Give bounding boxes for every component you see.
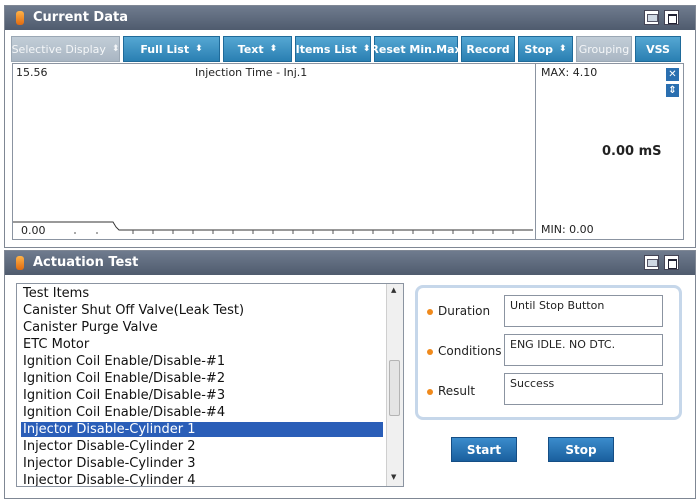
duration-field: Until Stop Button (504, 295, 663, 327)
list-item[interactable]: Injector Disable-Cylinder 2 (23, 439, 196, 454)
selective-display-button[interactable]: Selective Display ⬍ (11, 36, 120, 62)
reset-min-max-button[interactable]: Reset Min.Max (370, 36, 462, 62)
module-icon (16, 256, 24, 270)
stop-button[interactable]: Stop (548, 437, 614, 462)
grouping-button[interactable]: Grouping (576, 36, 632, 62)
panel-title: Current Data (33, 10, 128, 25)
conditions-field: ENG IDLE. NO DTC. (504, 334, 663, 366)
scroll-up-icon[interactable]: ▲ (391, 286, 396, 294)
bullet-icon (427, 388, 433, 395)
list-item[interactable]: ETC Motor (23, 337, 89, 352)
current-value: 0.00 mS (602, 144, 662, 159)
vss-button[interactable]: VSS (635, 36, 681, 62)
list-item[interactable]: Ignition Coil Enable/Disable-#4 (23, 405, 225, 420)
duration-label: Duration (427, 304, 490, 318)
list-item[interactable]: Ignition Coil Enable/Disable-#2 (23, 371, 225, 386)
result-label: Result (427, 384, 475, 398)
bullet-icon (427, 308, 433, 315)
current-data-titlebar: Current Data (5, 6, 695, 30)
stop-dropdown-button[interactable]: Stop ⬍ (518, 36, 573, 62)
bullet-icon (427, 348, 433, 355)
value-pane: MAX: 4.10 0.00 mS MIN: 0.00 (536, 63, 684, 240)
scroll-thumb[interactable] (389, 360, 400, 416)
conditions-label: Conditions (427, 344, 502, 358)
text-button[interactable]: Text ⬍ (223, 36, 292, 62)
list-item[interactable]: Canister Purge Valve (23, 320, 158, 335)
list-item[interactable]: Injector Disable-Cylinder 3 (23, 456, 196, 471)
test-info-box: Duration Until Stop Button Conditions EN… (415, 285, 682, 420)
items-list-button[interactable]: Items List ⬍ (295, 36, 371, 62)
graph-area: 15.56 Injection Time - Inj.1 0.00 (12, 63, 536, 240)
panel-title: Actuation Test (33, 255, 139, 270)
list-item[interactable]: Injector Disable-Cylinder 4 (23, 473, 196, 486)
test-items-list: Test Items Canister Shut Off Valve(Leak … (16, 283, 404, 487)
min-label: MIN: 0.00 (541, 223, 594, 236)
result-field: Success (504, 373, 663, 405)
reorder-item-icon[interactable]: ⇕ (666, 84, 679, 97)
signal-trace (13, 221, 533, 234)
max-label: MAX: 4.10 (541, 66, 598, 79)
scroll-down-icon[interactable]: ▼ (391, 473, 396, 481)
module-icon (16, 11, 24, 25)
list-item[interactable]: Canister Shut Off Valve(Leak Test) (23, 303, 244, 318)
list-item[interactable]: Ignition Coil Enable/Disable-#3 (23, 388, 225, 403)
list-scrollbar[interactable]: ▲ ▼ (386, 284, 403, 486)
close-item-icon[interactable]: ✕ (666, 68, 679, 81)
start-button[interactable]: Start (451, 437, 517, 462)
list-header: Test Items (23, 286, 90, 301)
list-item-selected[interactable]: Injector Disable-Cylinder 1 (21, 422, 383, 437)
actuation-test-titlebar: Actuation Test (5, 251, 695, 275)
maximize-icon[interactable] (664, 255, 679, 270)
full-list-button[interactable]: Full List ⬍ (123, 36, 220, 62)
maximize-icon[interactable] (664, 10, 679, 25)
help-icon[interactable] (644, 255, 659, 270)
help-icon[interactable] (644, 10, 659, 25)
list-item[interactable]: Ignition Coil Enable/Disable-#1 (23, 354, 225, 369)
record-button[interactable]: Record (461, 36, 515, 62)
